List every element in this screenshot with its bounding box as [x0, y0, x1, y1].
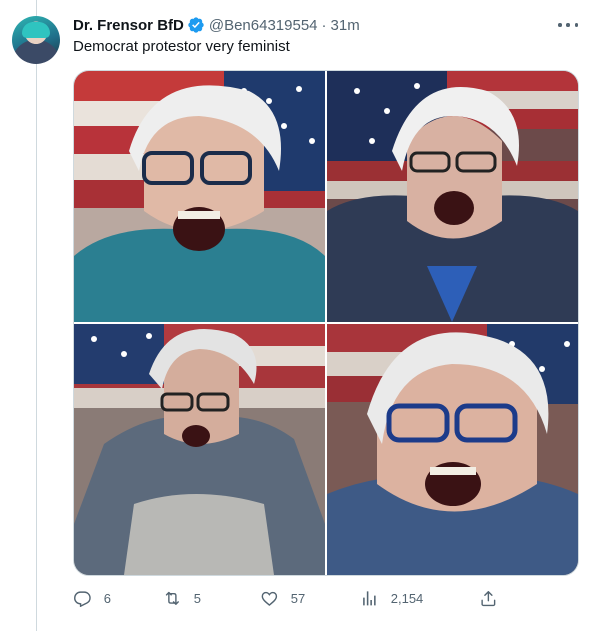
- thread-connector-line: [36, 0, 37, 631]
- media-photo-4[interactable]: [327, 324, 578, 575]
- photo-protestor-1: [74, 71, 325, 322]
- media-photo-2[interactable]: [327, 71, 578, 322]
- timestamp[interactable]: 31m: [331, 17, 360, 34]
- verified-badge-icon[interactable]: [187, 16, 205, 34]
- heart-icon: [261, 591, 278, 606]
- retweet-button[interactable]: 5: [163, 586, 201, 610]
- tweet-header: Dr. Frensor BfD @Ben64319554 · 31m: [73, 15, 360, 35]
- avatar[interactable]: [12, 16, 60, 64]
- media-photo-3[interactable]: [74, 324, 325, 575]
- views-chart-icon: [363, 590, 376, 606]
- reply-count: 6: [103, 590, 111, 606]
- tweet-text: Democrat protestor very feminist: [73, 38, 290, 55]
- retweet-icon: [165, 591, 179, 605]
- avatar-hair-shape: [22, 22, 50, 38]
- views-count: 2,154: [390, 590, 424, 606]
- photo-protestor-4: [327, 324, 578, 575]
- photo-protestor-2: [327, 71, 578, 322]
- views-button[interactable]: 2,154: [360, 586, 423, 610]
- share-button[interactable]: [479, 586, 498, 610]
- media-grid: [73, 70, 579, 576]
- like-count: 57: [290, 590, 306, 606]
- more-options-icon[interactable]: [558, 17, 578, 33]
- tweet-action-bar: 6 5 57 2,154: [73, 586, 579, 610]
- like-button[interactable]: 57: [260, 586, 305, 610]
- retweet-count: 5: [193, 590, 201, 606]
- share-icon: [481, 590, 496, 606]
- reply-button[interactable]: 6: [73, 586, 111, 610]
- separator-dot: ·: [321, 16, 327, 34]
- user-handle[interactable]: @Ben64319554: [209, 17, 318, 34]
- reply-icon: [74, 591, 91, 607]
- media-photo-1[interactable]: [74, 71, 325, 322]
- display-name[interactable]: Dr. Frensor BfD: [73, 17, 184, 34]
- photo-protestor-3: [74, 324, 325, 575]
